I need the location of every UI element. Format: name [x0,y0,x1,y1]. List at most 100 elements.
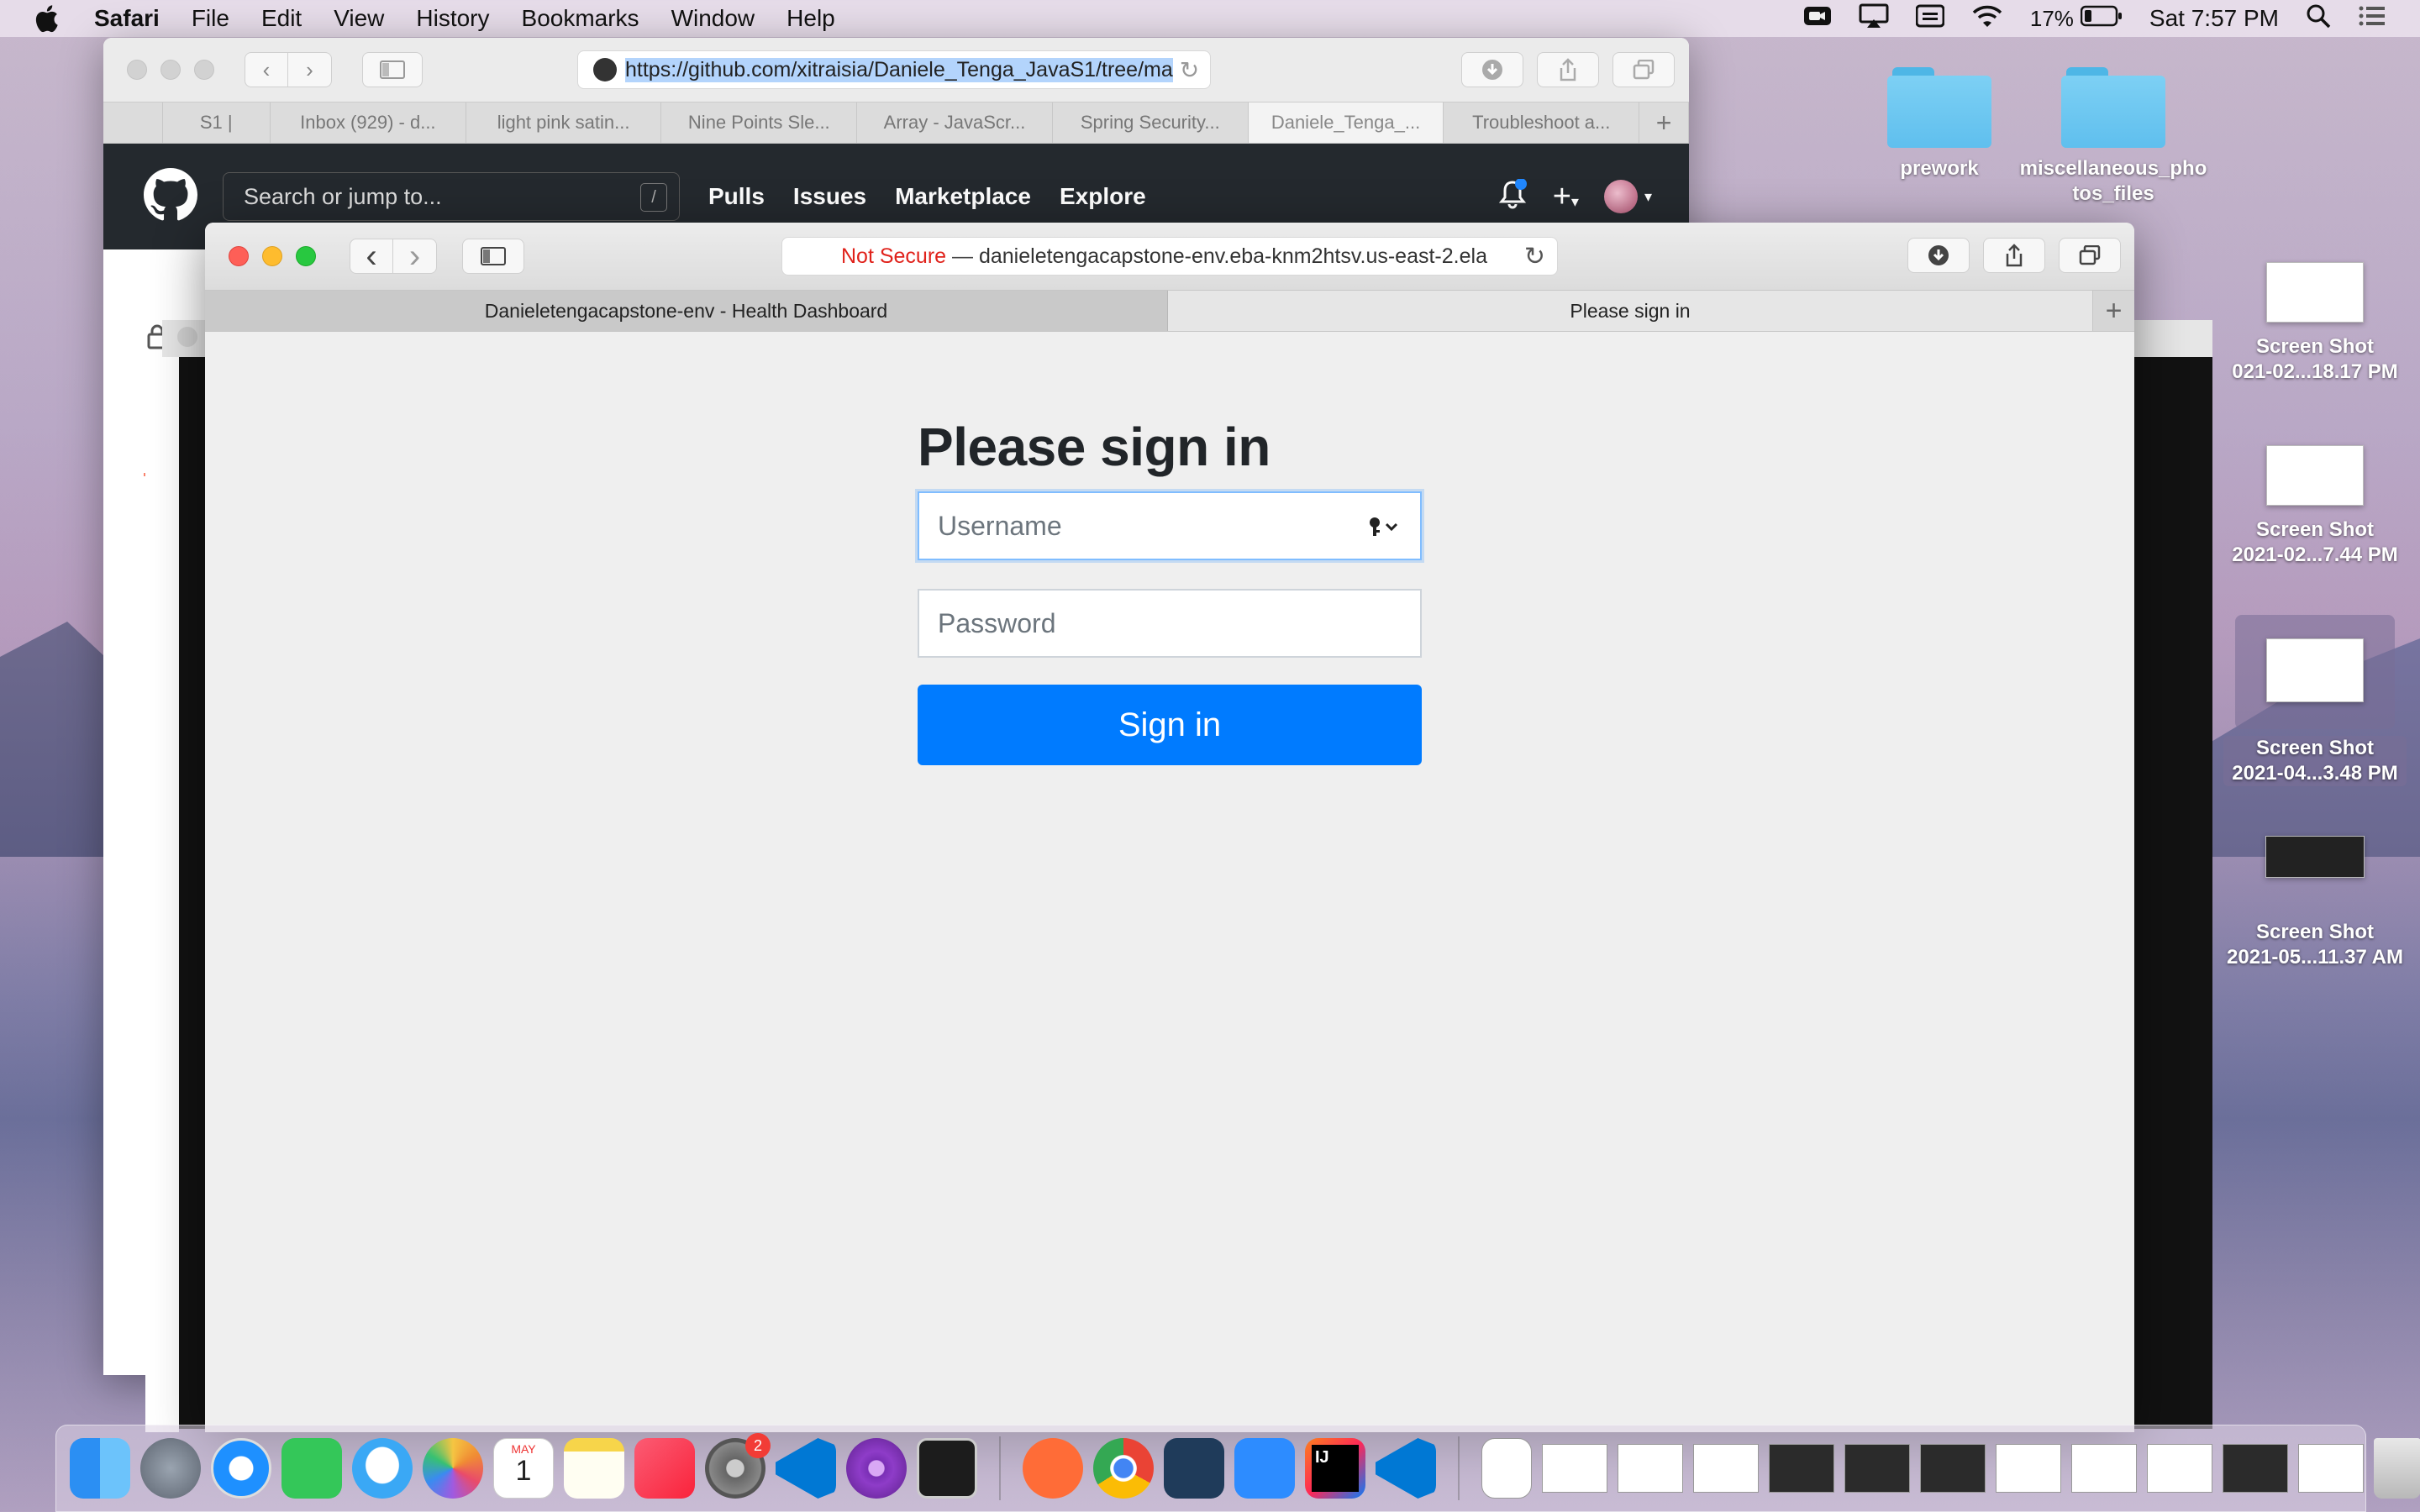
camera-icon[interactable] [1803,4,1832,34]
minimized-window[interactable] [1618,1444,1683,1493]
user-avatar[interactable]: ▾ [1603,180,1652,213]
keyboard-icon[interactable] [1915,4,1945,34]
tabs-overview-button[interactable] [2059,238,2121,273]
minimized-window[interactable] [1844,1444,1910,1493]
safari-icon[interactable] [211,1438,271,1499]
menu-help[interactable]: Help [786,5,835,32]
vscode-icon[interactable] [776,1438,836,1499]
trash-icon[interactable] [2374,1438,2420,1499]
desktop-screenshot-2[interactable]: Screen Shot 2021-02...7.44 PM [2210,445,2420,568]
tab-active[interactable]: Please sign in [1168,291,2092,331]
new-tab-button[interactable]: + [1639,102,1689,143]
github-search-input[interactable]: Search or jump to... / [223,172,680,221]
tab[interactable]: light pink satin... [466,102,662,143]
share-button[interactable] [1983,238,2045,273]
forward-button[interactable]: › [393,238,437,275]
nav-explore[interactable]: Explore [1060,183,1146,210]
tab-pinned[interactable] [103,102,163,143]
menu-clock[interactable]: Sat 7:57 PM [2149,5,2279,32]
zoom-button[interactable] [194,60,214,80]
desktop-screenshot-3[interactable]: Screen Shot 2021-04...3.48 PM [2210,615,2420,786]
minimized-window[interactable] [1769,1444,1834,1493]
nav-issues[interactable]: Issues [793,183,866,210]
facetime-icon[interactable] [281,1438,342,1499]
system-preferences-icon[interactable]: 2 [705,1433,771,1499]
tab[interactable]: Danieletengacapstone-env - Health Dashbo… [205,291,1168,331]
battery-icon[interactable] [2080,5,2123,33]
zoom-icon[interactable] [1234,1438,1295,1499]
tabs-overview-button[interactable] [1612,52,1675,87]
tab[interactable]: Spring Security... [1053,102,1249,143]
sign-in-button[interactable]: Sign in [918,685,1422,765]
finder-icon[interactable] [70,1438,130,1499]
minimized-window[interactable] [1920,1444,1986,1493]
sidebar-button[interactable] [362,52,423,87]
window-controls[interactable] [229,246,316,266]
airplay-icon[interactable] [1859,3,1889,34]
notifications-bell-icon[interactable] [1497,177,1528,215]
window-controls[interactable] [127,60,214,80]
share-button[interactable] [1537,52,1599,87]
podcasts-icon[interactable] [846,1438,907,1499]
desktop-folder-prework[interactable]: prework [1881,67,1998,181]
music-icon[interactable] [634,1438,695,1499]
menu-history[interactable]: History [416,5,489,32]
desktop-screenshot-1[interactable]: Screen Shot 021-02...18.17 PM [2210,262,2420,385]
spotlight-search-icon[interactable] [2306,3,2331,34]
minimized-window[interactable] [1996,1444,2061,1493]
signin-safari-window[interactable]: ‹ › Not Secure — danieletengacapstone-en… [205,223,2134,1432]
password-key-autofill-icon[interactable] [1368,515,1402,546]
username-input[interactable]: Username [918,491,1422,560]
menu-bookmarks[interactable]: Bookmarks [522,5,639,32]
sidebar-button[interactable] [462,239,524,274]
intellij-icon[interactable]: IJ [1305,1438,1365,1499]
tab-active[interactable]: Daniele_Tenga_... [1248,102,1444,143]
menu-window[interactable]: Window [671,5,755,32]
back-button[interactable]: ‹ [245,52,288,87]
close-button[interactable] [229,246,249,266]
notification-center-icon[interactable] [2358,4,2386,34]
minimize-button[interactable] [160,60,181,80]
tab[interactable]: Troubleshoot a... [1444,102,1640,143]
tab[interactable]: Array - JavaScr... [857,102,1053,143]
menu-file[interactable]: File [192,5,229,32]
tab[interactable]: Inbox (929) - d... [271,102,466,143]
password-input[interactable]: Password [918,589,1422,658]
github-logo-icon[interactable] [144,167,197,226]
zoom-button[interactable] [296,246,316,266]
apple-icon[interactable] [34,5,59,33]
calendar-icon[interactable]: MAY 1 [493,1438,554,1499]
new-tab-button[interactable]: + [2092,291,2134,331]
reload-icon[interactable]: ↻ [1173,56,1199,84]
launchpad-icon[interactable] [140,1438,201,1499]
downloads-button[interactable] [1461,52,1523,87]
minimized-window[interactable] [2298,1444,2364,1493]
nav-marketplace[interactable]: Marketplace [895,183,1031,210]
address-bar[interactable]: https://github.com/xitraisia/Daniele_Ten… [577,50,1211,89]
tab[interactable]: S1 | [163,102,271,143]
mysql-workbench-icon[interactable] [1164,1438,1224,1499]
menu-edit[interactable]: Edit [261,5,302,32]
menu-view[interactable]: View [334,5,384,32]
minimize-button[interactable] [262,246,282,266]
minimized-window[interactable] [2223,1444,2288,1493]
close-button[interactable] [127,60,147,80]
chrome-icon[interactable] [1093,1438,1154,1499]
create-new-plus-icon[interactable]: +▾ [1553,179,1579,215]
vscode-icon[interactable] [1376,1438,1436,1499]
minimized-window[interactable] [1693,1444,1759,1493]
nav-pulls[interactable]: Pulls [708,183,765,210]
desktop-folder-miscellaneous[interactable]: miscellaneous_pho tos_files [2008,67,2218,207]
messages-icon[interactable] [352,1438,413,1499]
wifi-icon[interactable] [1971,3,2003,34]
terminal-icon[interactable] [917,1438,977,1499]
postman-icon[interactable] [1023,1438,1083,1499]
reload-icon[interactable]: ↻ [1518,241,1545,271]
document-icon[interactable] [1481,1438,1532,1499]
photos-icon[interactable] [423,1438,483,1499]
tab[interactable]: Nine Points Sle... [661,102,858,143]
menu-app-name[interactable]: Safari [94,5,160,32]
downloads-button[interactable] [1907,238,1970,273]
address-bar[interactable]: Not Secure — danieletengacapstone-env.eb… [781,237,1558,276]
minimized-window[interactable] [1542,1444,1607,1493]
